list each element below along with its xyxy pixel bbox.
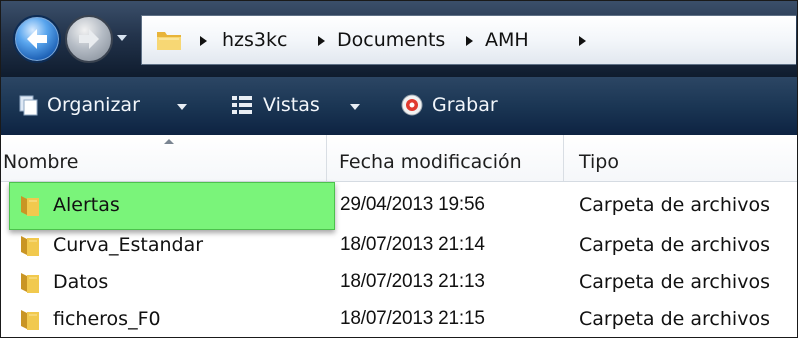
command-toolbar: Organizar Vistas Grabar — [1, 77, 797, 135]
file-row[interactable]: ficheros_F0 18/07/2013 21:15 Carpeta de … — [1, 301, 797, 337]
organize-button[interactable]: Organizar — [47, 94, 140, 118]
breadcrumb-separator[interactable] — [200, 36, 207, 46]
recent-pages-dropdown[interactable] — [115, 31, 129, 45]
column-header-name[interactable]: Nombre — [3, 151, 79, 173]
forward-arrow-icon — [79, 29, 99, 49]
column-divider[interactable] — [563, 135, 564, 181]
burn-button[interactable]: Grabar — [432, 94, 498, 118]
breadcrumb-item-user[interactable]: hzs3kc — [222, 29, 287, 51]
folder-icon — [21, 310, 39, 330]
back-button[interactable] — [13, 15, 61, 63]
forward-button[interactable] — [65, 15, 113, 63]
column-header-type[interactable]: Tipo — [579, 151, 619, 173]
folder-icon — [157, 32, 181, 50]
breadcrumb[interactable]: hzs3kc Documents AMH — [141, 15, 796, 65]
breadcrumb-item-amh[interactable]: AMH — [485, 29, 529, 51]
column-divider[interactable] — [326, 135, 327, 181]
file-type: Carpeta de archivos — [579, 234, 770, 256]
breadcrumb-item-documents[interactable]: Documents — [337, 29, 445, 51]
organize-icon — [19, 95, 38, 116]
folder-icon — [21, 236, 39, 256]
back-arrow-icon — [27, 29, 47, 49]
folder-icon — [21, 196, 39, 216]
file-row[interactable]: Datos 18/07/2013 21:13 Carpeta de archiv… — [1, 264, 797, 300]
file-modified: 18/07/2013 21:15 — [340, 308, 485, 329]
column-header-row: Nombre Fecha modificación Tipo — [1, 135, 797, 182]
breadcrumb-separator[interactable] — [466, 36, 473, 46]
file-name[interactable]: Alertas — [53, 194, 120, 216]
file-type: Carpeta de archivos — [579, 308, 770, 330]
file-name[interactable]: ficheros_F0 — [53, 308, 161, 330]
breadcrumb-separator[interactable] — [579, 36, 586, 46]
folder-icon — [21, 273, 39, 293]
file-row[interactable]: Alertas 29/04/2013 19:56 Carpeta de arch… — [1, 187, 797, 223]
file-type: Carpeta de archivos — [579, 194, 770, 216]
explorer-window: hzs3kc Documents AMH Organizar Vistas Gr… — [0, 0, 798, 338]
column-header-modified[interactable]: Fecha modificación — [339, 151, 522, 173]
file-name[interactable]: Datos — [53, 271, 108, 293]
organize-dropdown-caret[interactable] — [177, 104, 187, 110]
file-modified: 18/07/2013 21:14 — [340, 234, 485, 255]
file-row[interactable]: Curva_Estandar 18/07/2013 21:14 Carpeta … — [1, 227, 797, 263]
file-modified: 29/04/2013 19:56 — [340, 194, 485, 215]
file-type: Carpeta de archivos — [579, 271, 770, 293]
address-bar-area: hzs3kc Documents AMH — [1, 1, 797, 77]
views-dropdown-caret[interactable] — [350, 104, 360, 110]
breadcrumb-separator[interactable] — [318, 36, 325, 46]
sort-ascending-icon — [164, 139, 174, 144]
file-name[interactable]: Curva_Estandar — [53, 234, 203, 256]
views-button[interactable]: Vistas — [263, 94, 320, 118]
views-icon — [232, 96, 252, 114]
burn-icon — [401, 94, 423, 116]
file-modified: 18/07/2013 21:13 — [340, 271, 485, 292]
